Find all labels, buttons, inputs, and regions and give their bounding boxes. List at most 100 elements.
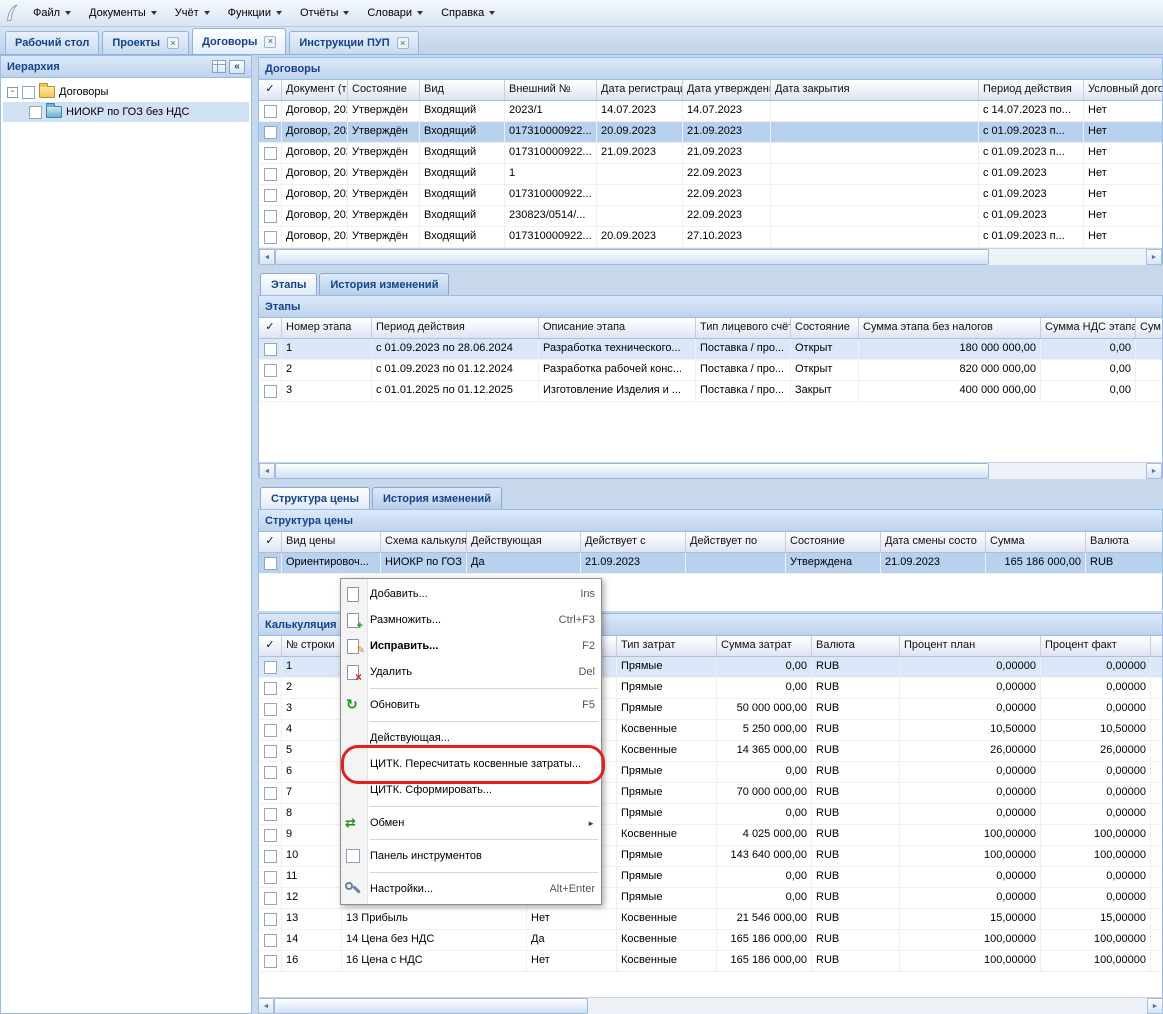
- scrollbar-track[interactable]: [274, 998, 1147, 1014]
- row-checkbox[interactable]: [264, 808, 277, 821]
- contracts-row-1[interactable]: Договор, 2023/...УтверждёнВходящий2023/1…: [259, 101, 1162, 122]
- scroll-right-button[interactable]: ►: [1147, 998, 1163, 1014]
- calc-row-14[interactable]: 1414 Цена без НДСДаКосвенные165 186 000,…: [259, 930, 1162, 951]
- contracts-column-header-6[interactable]: Дата утверждения: [683, 80, 771, 100]
- contracts-row-7[interactable]: Договор, 2023/...УтверждёнВходящий017310…: [259, 227, 1162, 248]
- stages-column-header-7[interactable]: Сумма НДС этапа: [1041, 318, 1136, 338]
- price-column-header-4[interactable]: Действует с: [581, 532, 686, 552]
- context-menu-item-12[interactable]: Обмен►: [341, 810, 601, 836]
- calc-column-header-8[interactable]: Процент факт: [1041, 636, 1151, 656]
- context-menu-item-10[interactable]: ЦИТК. Сформировать...: [341, 777, 601, 803]
- calc-column-header-4[interactable]: Тип затрат: [617, 636, 717, 656]
- stages-column-header-4[interactable]: Тип лицевого счёт: [696, 318, 791, 338]
- stages-column-header-5[interactable]: Состояние: [791, 318, 859, 338]
- price-column-header-1[interactable]: Вид цены: [282, 532, 381, 552]
- row-checkbox[interactable]: [264, 661, 277, 674]
- menu-accounting[interactable]: Учёт: [166, 3, 219, 23]
- contracts-hscrollbar[interactable]: ◄ ►: [259, 248, 1162, 265]
- price-column-header-6[interactable]: Состояние: [786, 532, 881, 552]
- tab-contracts[interactable]: Договоры×: [192, 28, 286, 54]
- row-checkbox[interactable]: [264, 724, 277, 737]
- menu-reports[interactable]: Отчёты: [291, 3, 358, 23]
- menu-dictionaries[interactable]: Словари: [358, 3, 432, 23]
- stages-row-1[interactable]: 1с 01.09.2023 по 28.06.2024Разработка те…: [259, 339, 1162, 360]
- stages-column-header-3[interactable]: Описание этапа: [539, 318, 696, 338]
- row-checkbox[interactable]: [264, 850, 277, 863]
- row-checkbox[interactable]: [264, 913, 277, 926]
- calc-column-header-7[interactable]: Процент план: [900, 636, 1041, 656]
- row-checkbox[interactable]: [264, 955, 277, 968]
- row-checkbox[interactable]: [264, 126, 277, 139]
- price-tab-2[interactable]: История изменений: [372, 487, 502, 509]
- tab-instructions[interactable]: Инструкции ПУП×: [289, 31, 418, 54]
- price-row-1[interactable]: Ориентировоч...НИОКР по ГОЗ ...Да21.09.2…: [259, 553, 1162, 574]
- row-checkbox[interactable]: [264, 210, 277, 223]
- context-menu-item-4[interactable]: УдалитьDel: [341, 659, 601, 685]
- price-tab-1[interactable]: Структура цены: [260, 487, 370, 509]
- row-checkbox[interactable]: [264, 892, 277, 905]
- context-menu-item-6[interactable]: ОбновитьF5: [341, 692, 601, 718]
- contracts-row-4[interactable]: Договор, 2023/...УтверждёнВходящий122.09…: [259, 164, 1162, 185]
- stages-tab-1[interactable]: Этапы: [260, 273, 317, 295]
- scrollbar-track[interactable]: [275, 249, 1146, 265]
- contracts-row-5[interactable]: Договор, 2023/...УтверждёнВходящий017310…: [259, 185, 1162, 206]
- stages-hscrollbar[interactable]: ◄ ►: [259, 462, 1162, 479]
- row-checkbox[interactable]: [264, 766, 277, 779]
- stages-column-header-2[interactable]: Период действия: [372, 318, 539, 338]
- calc-row-15[interactable]: 1616 Цена с НДСНетКосвенные165 186 000,0…: [259, 951, 1162, 972]
- row-checkbox[interactable]: [264, 934, 277, 947]
- scrollbar-thumb[interactable]: [274, 998, 588, 1014]
- context-menu-item-3[interactable]: Исправить...F2: [341, 633, 601, 659]
- stages-tab-2[interactable]: История изменений: [319, 273, 449, 295]
- context-menu-item-9[interactable]: ЦИТК. Пересчитать косвенные затраты...: [341, 751, 601, 777]
- menu-functions[interactable]: Функции: [219, 3, 291, 23]
- context-menu-item-8[interactable]: Действующая...: [341, 725, 601, 751]
- tab-desktop[interactable]: Рабочий стол: [5, 31, 99, 54]
- close-icon[interactable]: ×: [264, 36, 276, 48]
- row-checkbox[interactable]: [264, 385, 277, 398]
- row-checkbox[interactable]: [264, 829, 277, 842]
- scroll-left-button[interactable]: ◄: [259, 463, 275, 479]
- stages-column-header-1[interactable]: Номер этапа: [282, 318, 372, 338]
- contracts-row-6[interactable]: Договор, 2023/...УтверждёнВходящий230823…: [259, 206, 1162, 227]
- stages-column-header-8[interactable]: Сум: [1136, 318, 1162, 338]
- contracts-column-header-5[interactable]: Дата регистрации: [597, 80, 683, 100]
- row-checkbox[interactable]: [264, 557, 277, 570]
- collapse-panel-button[interactable]: «: [229, 60, 245, 74]
- stages-row-3[interactable]: 3с 01.01.2025 по 01.12.2025Изготовление …: [259, 381, 1162, 402]
- tab-projects[interactable]: Проекты×: [102, 31, 189, 54]
- tree-node-checkbox[interactable]: [22, 86, 35, 99]
- context-menu-item-1[interactable]: Добавить...Ins: [341, 581, 601, 607]
- row-checkbox[interactable]: [264, 787, 277, 800]
- calc-column-header-5[interactable]: Сумма затрат: [717, 636, 812, 656]
- select-all-checkbox[interactable]: ✓: [259, 318, 282, 338]
- row-checkbox[interactable]: [264, 703, 277, 716]
- scroll-left-button[interactable]: ◄: [258, 998, 274, 1014]
- contracts-column-header-1[interactable]: Документ (тип, №: [282, 80, 348, 100]
- price-column-header-2[interactable]: Схема калькуляци: [381, 532, 467, 552]
- context-menu-item-16[interactable]: Настройки...Alt+Enter: [341, 876, 601, 902]
- collapse-node-icon[interactable]: -: [7, 87, 18, 98]
- row-checkbox[interactable]: [264, 105, 277, 118]
- contracts-column-header-3[interactable]: Вид: [420, 80, 505, 100]
- scroll-right-button[interactable]: ►: [1146, 463, 1162, 479]
- price-column-header-9[interactable]: Валюта: [1086, 532, 1162, 552]
- row-checkbox[interactable]: [264, 745, 277, 758]
- contracts-column-header-4[interactable]: Внешний №: [505, 80, 597, 100]
- row-checkbox[interactable]: [264, 147, 277, 160]
- price-column-header-8[interactable]: Сумма: [986, 532, 1086, 552]
- select-all-checkbox[interactable]: ✓: [259, 532, 282, 552]
- scroll-left-button[interactable]: ◄: [259, 249, 275, 265]
- contracts-column-header-9[interactable]: Условный догов: [1084, 80, 1162, 100]
- scrollbar-track[interactable]: [275, 463, 1146, 479]
- scroll-right-button[interactable]: ►: [1146, 249, 1162, 265]
- contracts-row-3[interactable]: Договор, 2023/...УтверждёнВходящий017310…: [259, 143, 1162, 164]
- stages-row-2[interactable]: 2с 01.09.2023 по 01.12.2024Разработка ра…: [259, 360, 1162, 381]
- tree-node-contracts[interactable]: - Договоры: [3, 82, 249, 102]
- context-menu-item-14[interactable]: Панель инструментов: [341, 843, 601, 869]
- row-checkbox[interactable]: [264, 189, 277, 202]
- row-checkbox[interactable]: [264, 168, 277, 181]
- contracts-column-header-7[interactable]: Дата закрытия: [771, 80, 979, 100]
- price-column-header-7[interactable]: Дата смены состо: [881, 532, 986, 552]
- contracts-column-header-2[interactable]: Состояние: [348, 80, 420, 100]
